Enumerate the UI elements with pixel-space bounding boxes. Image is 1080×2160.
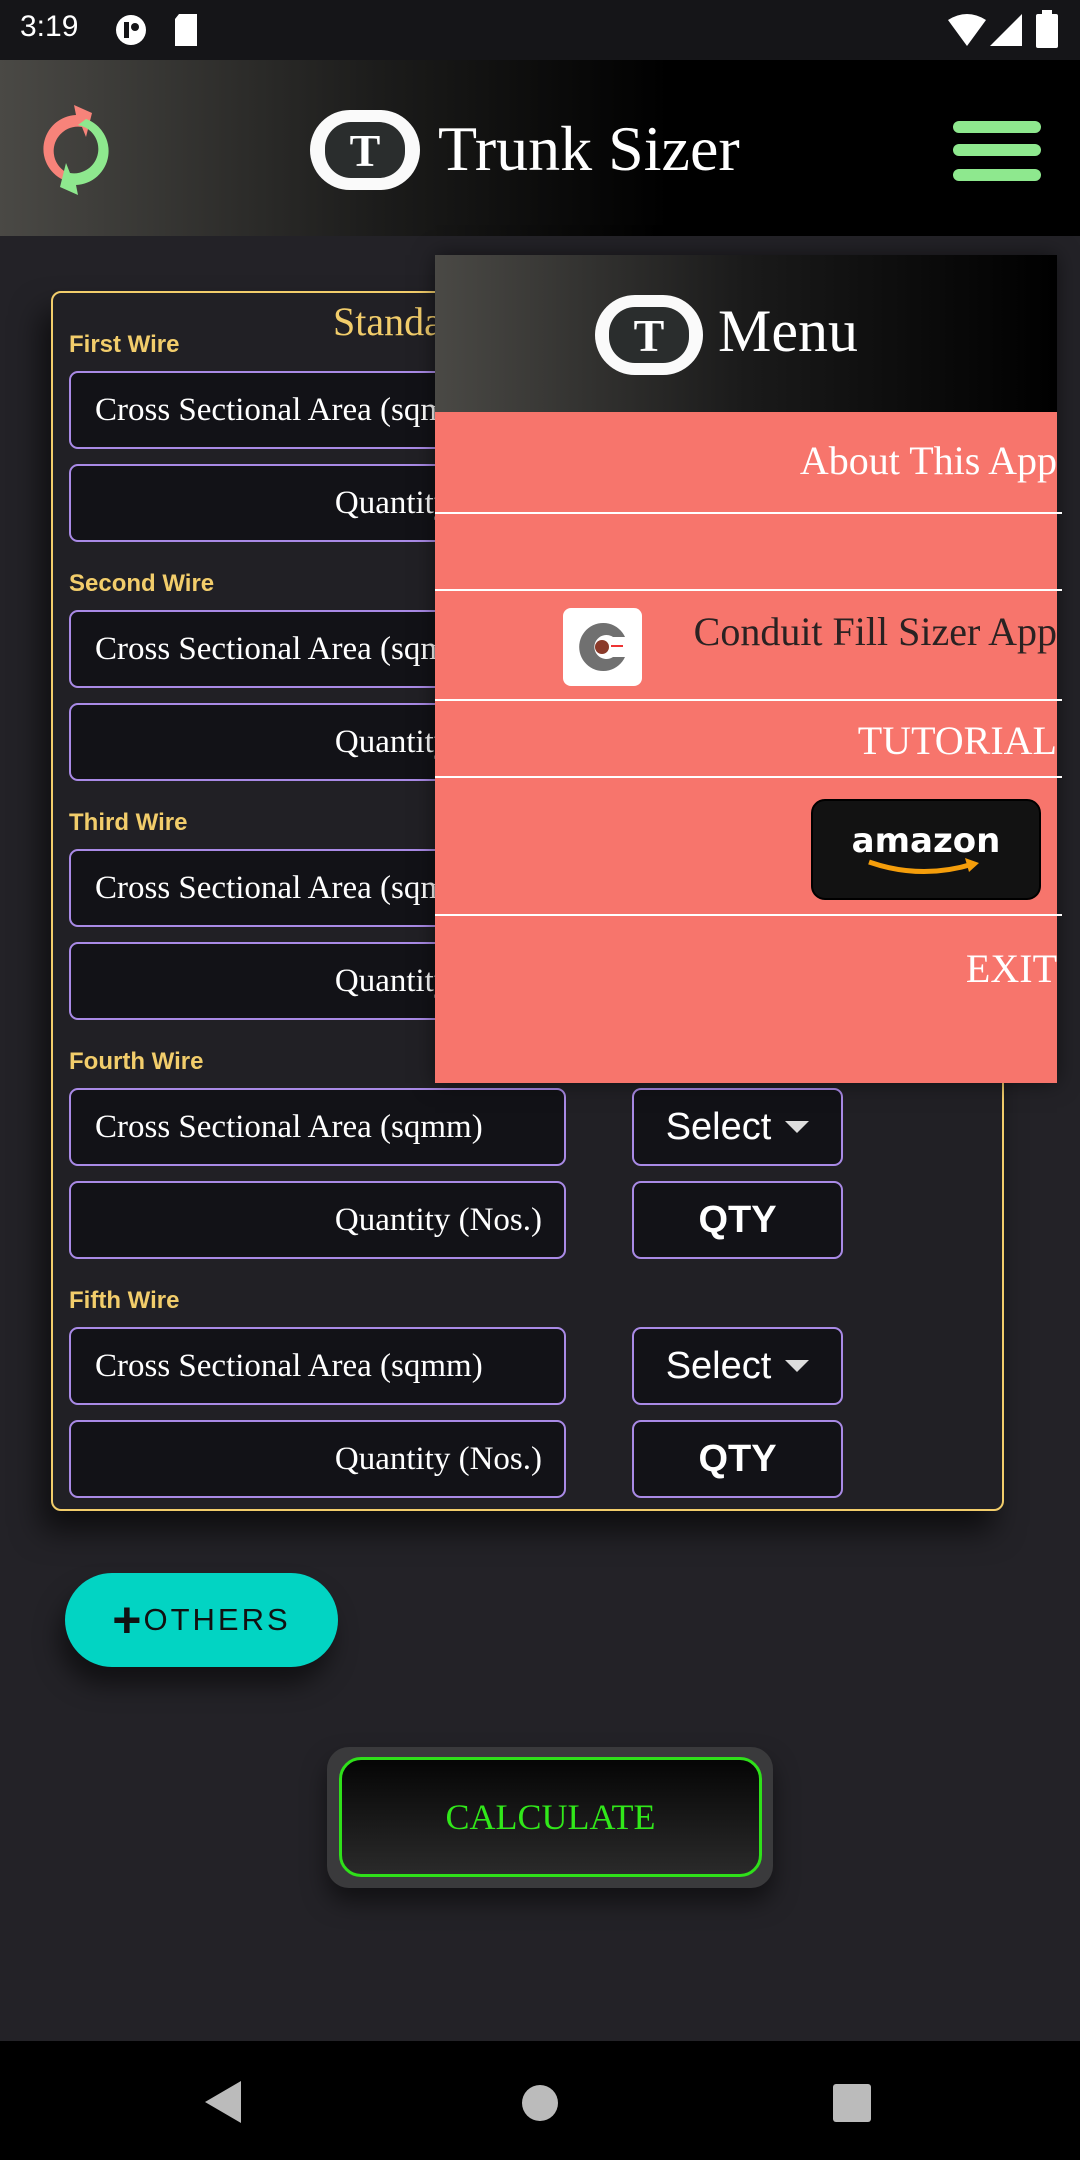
size-select-dropdown[interactable]: Select <box>632 1088 843 1166</box>
menu-item-tutorial[interactable]: TUTORIAL <box>858 717 1057 764</box>
plus-icon: + <box>112 1592 142 1648</box>
conduit-logo-icon <box>578 623 625 671</box>
recents-icon[interactable] <box>833 2084 871 2122</box>
wire-label: Second Wire <box>69 570 215 597</box>
amazon-button[interactable]: amazon <box>811 799 1041 900</box>
app-header: T Trunk Sizer <box>0 60 1080 236</box>
size-select-dropdown[interactable]: Select <box>632 1327 843 1405</box>
menu-logo: T <box>595 295 703 375</box>
wire-label: First Wire <box>69 331 180 358</box>
back-icon[interactable] <box>205 2081 241 2123</box>
battery-icon <box>1036 10 1058 48</box>
dropdown-caret-icon <box>785 1360 810 1372</box>
cross-sectional-area-input[interactable]: Cross Sectional Area (sqmm) <box>69 1088 566 1166</box>
notification-icon <box>116 15 146 45</box>
conduit-app-icon[interactable] <box>563 608 642 686</box>
menu-title: Menu <box>718 298 858 364</box>
app-logo: T <box>310 110 420 190</box>
quantity-input[interactable]: Quantity (Nos.) <box>69 1181 566 1259</box>
menu-item-conduit-fill-sizer[interactable]: Conduit Fill Sizer App <box>694 608 1057 655</box>
calculate-button[interactable]: CALCULATE <box>339 1757 762 1877</box>
select-label: Select <box>665 1105 772 1148</box>
divider <box>435 914 1062 916</box>
app-title: Trunk Sizer <box>438 113 740 184</box>
amazon-logo-text: amazon <box>851 820 1001 861</box>
menu-item-about[interactable]: About This App <box>800 437 1057 484</box>
cross-sectional-area-input[interactable]: Cross Sectional Area (sqmm) <box>69 1327 566 1405</box>
wifi-icon <box>948 14 986 46</box>
home-icon[interactable] <box>521 2084 559 2122</box>
menu-item-empty[interactable] <box>435 514 1057 589</box>
navigation-bar <box>0 2041 1080 2160</box>
wire-label: Third Wire <box>69 809 188 836</box>
wire-label: Fourth Wire <box>69 1048 204 1075</box>
wire-label: Fifth Wire <box>69 1287 180 1314</box>
amazon-smile-icon <box>868 857 979 874</box>
divider <box>435 699 1062 701</box>
refresh-icon[interactable] <box>36 105 116 195</box>
others-label: OTHERS <box>143 1602 291 1637</box>
menu-icon-line <box>953 169 1041 181</box>
signal-icon <box>990 14 1022 46</box>
status-bar: 3:19 <box>0 0 1080 60</box>
menu-item-exit[interactable]: EXIT <box>966 945 1057 992</box>
add-others-button[interactable]: + OTHERS <box>65 1573 338 1667</box>
divider <box>435 776 1062 778</box>
menu-icon-line <box>953 144 1041 156</box>
dropdown-caret-icon <box>785 1121 810 1133</box>
qty-button[interactable]: QTY <box>632 1181 843 1259</box>
select-label: Select <box>665 1344 772 1387</box>
sd-card-icon <box>175 14 197 46</box>
status-time: 3:19 <box>20 10 79 43</box>
menu-icon <box>953 121 1041 133</box>
qty-button[interactable]: QTY <box>632 1420 843 1498</box>
quantity-input[interactable]: Quantity (Nos.) <box>69 1420 566 1498</box>
hamburger-menu-button[interactable] <box>945 115 1049 195</box>
menu-header: T Menu <box>435 255 1057 412</box>
divider <box>435 589 1062 591</box>
